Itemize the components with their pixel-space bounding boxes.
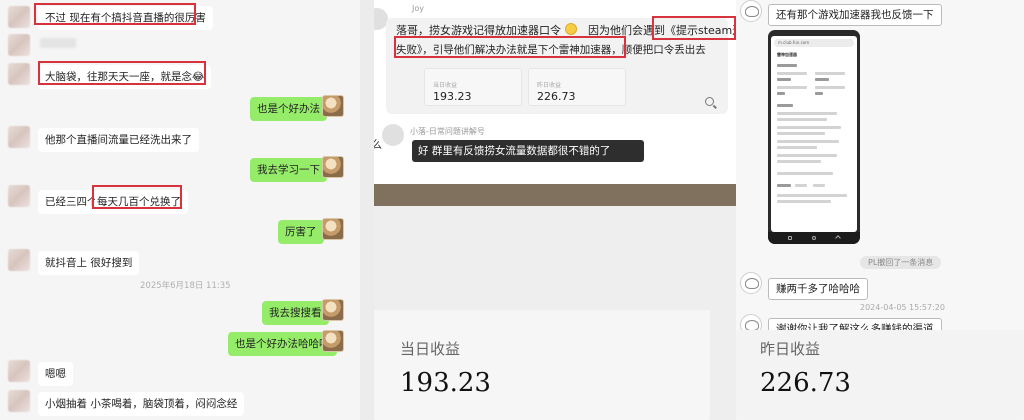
zoom-icon[interactable] — [705, 97, 714, 106]
smile-emoji-icon — [564, 23, 577, 35]
earnings-panel: 哈 当日收益 193.23 — [374, 206, 736, 420]
earnings-label: 当日收益 — [400, 340, 461, 358]
self-avatar — [322, 330, 344, 352]
panel-divider — [360, 0, 374, 420]
sender-name: 小落-日常问题讲解号 — [410, 127, 485, 136]
chat-message: 也是个好办法哈哈哈 — [228, 332, 337, 356]
stat-card-yesterday: 昨日收益 226.73 — [528, 68, 626, 106]
highlight-box — [92, 185, 182, 209]
highlight-box — [38, 61, 206, 85]
contact-avatar — [8, 185, 30, 207]
blurred-message — [40, 38, 76, 48]
sender-avatar — [382, 124, 404, 146]
contact-avatar — [8, 360, 30, 382]
chat-message: 小烟抽着 小茶喝着，脑袋顶着，闷闷念经 — [38, 392, 245, 416]
earnings-value: 226.73 — [760, 368, 851, 398]
chat-timestamp: 2025年6月18日 11:35 — [140, 281, 231, 291]
chat-message: 好 群里有反馈捞女流量数据都很不错的了 — [412, 140, 644, 162]
contact-avatar — [8, 126, 30, 148]
stat-card-today: 当日收益 193.23 — [424, 68, 522, 106]
highlight-box — [34, 3, 196, 25]
chat-message: 还有那个游戏加速器我也反馈一下 — [768, 4, 942, 26]
earnings-card-yesterday: 昨日收益 226.73 — [736, 330, 1024, 420]
chat-message: 就抖音上 很好搜到 — [38, 251, 140, 275]
group-chat-area: Joy 落哥，捞女游戏记得放加速器口令 因为他们会遇到《提示steam连续 失败… — [374, 0, 736, 184]
chat-message: 我去学习一下 — [250, 158, 327, 182]
self-avatar — [322, 95, 344, 117]
chat-message: 赚两千多了哈哈哈 — [768, 278, 868, 300]
contact-avatar — [8, 390, 30, 412]
self-avatar — [322, 299, 344, 321]
contact-avatar — [8, 34, 30, 56]
contact-avatar — [740, 0, 762, 22]
right-chat-screenshot: 还有那个游戏加速器我也反馈一下 m.club.fun.com 雷神加速器 PL撤… — [736, 0, 1024, 420]
url-bar: m.club.fun.com — [774, 39, 854, 47]
contact-avatar — [8, 6, 30, 28]
chat-message: 嗯嗯 — [38, 362, 73, 386]
phone-nav-bar — [768, 232, 860, 244]
highlight-box — [652, 16, 736, 40]
contact-avatar — [8, 63, 30, 85]
self-avatar — [322, 218, 344, 240]
phone-screenshot: m.club.fun.com 雷神加速器 — [768, 30, 860, 244]
chat-message: 我去搜搜看 — [262, 301, 329, 325]
middle-screenshot: Joy 落哥，捞女游戏记得放加速器口令 因为他们会遇到《提示steam连续 失败… — [374, 0, 736, 420]
left-chat-screenshot: 不过 现在有个搞抖音直播的很厉害 大脑袋，往那天天一座，就是念😂 也是个好办法 … — [0, 0, 360, 420]
chat-timestamp: 2024-04-05 15:57:20 — [860, 303, 945, 312]
chat-message: 厉害了 — [278, 220, 324, 244]
earnings-label: 昨日收益 — [760, 340, 821, 358]
chat-message: 也是个好办法 — [250, 97, 327, 121]
earnings-card-today: 当日收益 193.23 — [374, 310, 710, 420]
sender-name: Joy — [412, 4, 424, 13]
phone-app-title: 雷神加速器 — [777, 52, 797, 57]
highlight-box — [394, 36, 626, 58]
system-notice: PL撤回了一条消息 — [860, 256, 942, 269]
contact-avatar — [8, 249, 30, 271]
earnings-value: 193.23 — [400, 368, 491, 398]
chat-message: 他那个直播间流量已经洗出来了 — [38, 128, 199, 152]
contact-avatar — [740, 272, 762, 294]
image-band — [374, 184, 736, 206]
self-avatar — [322, 156, 344, 178]
side-text: 这么 — [374, 138, 382, 151]
